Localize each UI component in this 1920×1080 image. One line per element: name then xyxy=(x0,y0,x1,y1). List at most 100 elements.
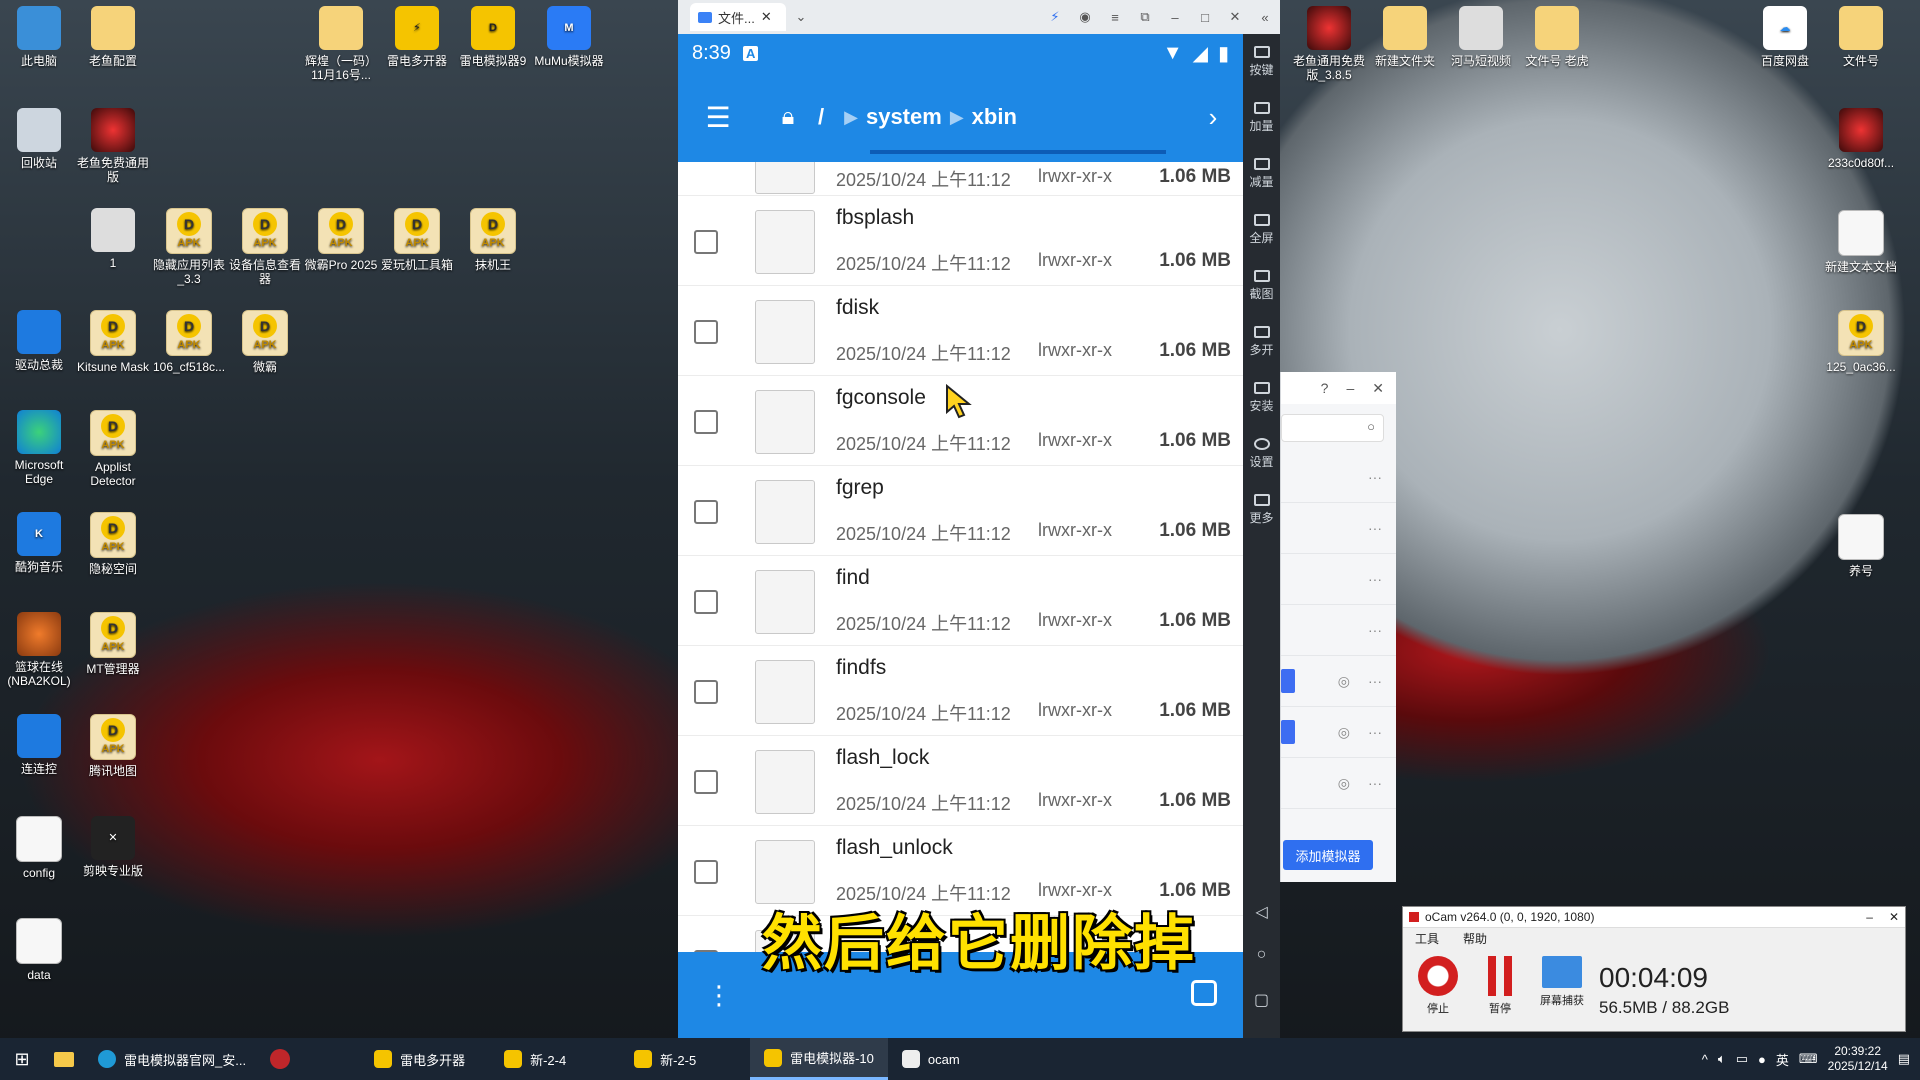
sidebar-item-screenshot[interactable]: 截图 xyxy=(1243,258,1280,314)
windows-start-icon[interactable]: ⊞ xyxy=(0,1049,44,1070)
close-tab-icon[interactable]: ✕ xyxy=(761,9,772,25)
desktop-icon-apk-tencent-map[interactable]: D APK 腾讯地图 xyxy=(74,714,152,778)
desktop-icon-remote[interactable]: 连连控 xyxy=(0,714,78,776)
more-options-icon[interactable]: ··· xyxy=(1368,775,1382,791)
file-explorer-icon[interactable] xyxy=(44,1038,84,1080)
pause-button[interactable]: 暂停 xyxy=(1475,956,1525,1016)
desktop-icon-baidu-netdisk[interactable]: ☁ 百度网盘 xyxy=(1746,6,1824,68)
notification-icon[interactable]: ▤ xyxy=(1898,1051,1910,1067)
breadcrumb-root[interactable]: / xyxy=(818,104,824,130)
desktop-icon-233c[interactable]: 233c0d80f... xyxy=(1822,108,1900,170)
desktop-icon-this-pc[interactable]: 此电脑 xyxy=(0,6,78,68)
close-icon[interactable]: ✕ xyxy=(1372,380,1384,397)
settings-icon[interactable]: ◎ xyxy=(1338,673,1350,690)
minimize-icon[interactable]: – xyxy=(1160,10,1190,25)
help-icon[interactable]: ? xyxy=(1321,380,1329,396)
manager-search-input[interactable]: ○ xyxy=(1281,414,1384,442)
desktop-icon-apk-106[interactable]: D APK 106_cf518c... xyxy=(150,310,228,374)
desktop-icon-apk-hidden-apps[interactable]: D APK 隐藏应用列表_3.3 xyxy=(150,208,228,286)
desktop-icon-apk-device-info[interactable]: D APK 设备信息查看器 xyxy=(226,208,304,286)
file-checkbox[interactable] xyxy=(694,680,718,704)
desktop-icon-mumu[interactable]: M MuMu模拟器 xyxy=(530,6,608,68)
desktop-icon-apk-weiba[interactable]: D APK 微霸 xyxy=(226,310,304,374)
desktop-icon-apk-toolbox[interactable]: D APK 爱玩机工具箱 xyxy=(378,208,456,272)
desktop-icon-photo-1[interactable]: 1 xyxy=(74,208,152,270)
desktop-icon-apk-hidden-space[interactable]: D APK 隐秘空间 xyxy=(74,512,152,576)
ime-indicator[interactable]: 英 xyxy=(1776,1050,1789,1069)
file-checkbox[interactable] xyxy=(694,500,718,524)
desktop-icon-multi-opener[interactable]: ⚡ 雷电多开器 xyxy=(378,6,456,68)
menu-help[interactable]: 帮助 xyxy=(1463,930,1487,950)
sidebar-item-volume-up[interactable]: 加量 xyxy=(1243,90,1280,146)
hamburger-menu-icon[interactable]: ☰ xyxy=(678,101,758,134)
account-icon[interactable]: ◉ xyxy=(1070,9,1100,25)
desktop-icon-yanghao[interactable]: 养号 xyxy=(1822,514,1900,578)
desktop-icon-apk-applist[interactable]: D APK Applist Detector xyxy=(74,410,152,488)
taskbar-app-ldplayer-10[interactable]: 雷电模拟器-10 xyxy=(750,1038,888,1080)
desktop-icon-capcut[interactable]: ✕ 剪映专业版 xyxy=(74,816,152,878)
file-row-partial[interactable]: 2025/10/24 上午11:12 lrwxr-xr-x 1.06 MB xyxy=(678,162,1243,196)
file-checkbox[interactable] xyxy=(694,590,718,614)
close-icon[interactable]: ✕ xyxy=(1889,910,1899,924)
recents-icon[interactable]: ▢ xyxy=(1243,990,1280,1010)
breadcrumb-xbin[interactable]: xbin xyxy=(972,104,1017,130)
desktop-icon-tiger-folder[interactable]: 文件号 老虎 xyxy=(1518,6,1596,68)
file-checkbox[interactable] xyxy=(694,860,718,884)
file-row[interactable]: fgrep 2025/10/24 上午11:12 lrwxr-xr-x 1.06 MB xyxy=(678,466,1243,556)
instance-row[interactable]: ◎ ··· xyxy=(1281,656,1396,707)
sidebar-item-keymap[interactable]: 按键 xyxy=(1243,34,1280,90)
instance-row[interactable]: ◎ ··· xyxy=(1281,758,1396,809)
instance-row[interactable]: ··· xyxy=(1281,554,1396,605)
desktop-icon-apk-125[interactable]: D APK 125_0ac36... xyxy=(1822,310,1900,374)
sidebar-item-settings[interactable]: 设置 xyxy=(1243,426,1280,482)
file-checkbox[interactable] xyxy=(694,410,718,434)
instance-row[interactable]: ··· xyxy=(1281,605,1396,656)
desktop-icon-hippo[interactable]: 河马短视频 xyxy=(1442,6,1520,68)
desktop-icon-laoyu-config[interactable]: 老鱼配置 xyxy=(74,6,152,68)
desktop-icon-apk-weiba-pro[interactable]: D APK 微霸Pro 2025 xyxy=(302,208,380,272)
more-options-icon[interactable]: ··· xyxy=(1368,622,1382,638)
sidebar-item-more[interactable]: 更多 xyxy=(1243,482,1280,538)
desktop-icon-laoyu-385[interactable]: 老鱼通用免费版_3.8.5 xyxy=(1290,6,1368,82)
search-icon[interactable] xyxy=(1191,980,1217,1006)
desktop-icon-basketball[interactable]: 篮球在线(NBA2KOL) xyxy=(0,612,78,688)
file-checkbox[interactable] xyxy=(694,770,718,794)
desktop-icon-new-text[interactable]: 新建文本文档 xyxy=(1822,210,1900,274)
more-options-icon[interactable]: ··· xyxy=(1368,571,1382,587)
chevron-up-icon[interactable]: ^ xyxy=(1702,1052,1708,1067)
restore-window-icon[interactable]: ⧉ xyxy=(1130,9,1160,25)
instance-row[interactable]: ··· xyxy=(1281,503,1396,554)
breadcrumb-system[interactable]: system xyxy=(866,104,942,130)
minimize-icon[interactable]: – xyxy=(1866,910,1873,924)
performance-icon[interactable]: ⚡ xyxy=(1040,9,1070,25)
file-list[interactable]: 2025/10/24 上午11:12 lrwxr-xr-x 1.06 MB fb… xyxy=(678,162,1243,952)
stop-button[interactable]: 停止 xyxy=(1413,956,1463,1016)
desktop-icon-config[interactable]: config xyxy=(0,816,78,880)
speaker-icon[interactable]: 🔈︎ xyxy=(1718,1051,1726,1067)
home-icon[interactable]: ○ xyxy=(1243,946,1280,964)
add-emulator-button[interactable]: 添加模拟器 xyxy=(1283,840,1373,870)
file-checkbox[interactable] xyxy=(694,320,718,344)
laoyu-app-icon[interactable] xyxy=(260,1038,300,1080)
instance-row[interactable]: ◎ ··· xyxy=(1281,707,1396,758)
file-row[interactable]: findfs 2025/10/24 上午11:12 lrwxr-xr-x 1.06 M… xyxy=(678,646,1243,736)
sidebar-item-fullscreen[interactable]: 全屏 xyxy=(1243,202,1280,258)
desktop-icon-new-folder[interactable]: 新建文件夹 xyxy=(1366,6,1444,68)
taskbar-clock[interactable]: 20:39:22 2025/12/14 xyxy=(1828,1044,1888,1074)
taskbar-app-ocam[interactable]: ocam xyxy=(888,1038,1018,1080)
desktop-icon-apk-mojiwang[interactable]: D APK 抹机王 xyxy=(454,208,532,272)
settings-icon[interactable]: ◎ xyxy=(1338,775,1350,792)
more-options-icon[interactable]: ··· xyxy=(1368,724,1382,740)
emulator-tab[interactable]: 文件... ✕ xyxy=(690,3,786,31)
menu-icon[interactable]: ≡ xyxy=(1100,10,1130,25)
keyboard-icon[interactable]: ⌨ xyxy=(1799,1051,1818,1067)
collapse-sidebar-icon[interactable]: « xyxy=(1250,10,1280,25)
back-icon[interactable]: ◁ xyxy=(1243,902,1280,922)
minimize-icon[interactable]: – xyxy=(1346,380,1354,396)
file-row[interactable]: fdisk 2025/10/24 上午11:12 lrwxr-xr-x 1.06 MB xyxy=(678,286,1243,376)
desktop-icon-huihuang[interactable]: 辉煌（一码）11月16号... xyxy=(302,6,380,82)
sidebar-item-multi[interactable]: 多开 xyxy=(1243,314,1280,370)
chevron-right-icon[interactable]: › xyxy=(1183,102,1243,133)
desktop-icon-recycle-bin[interactable]: 回收站 xyxy=(0,108,78,170)
lock-icon[interactable]: 🔒︎ xyxy=(758,103,818,131)
